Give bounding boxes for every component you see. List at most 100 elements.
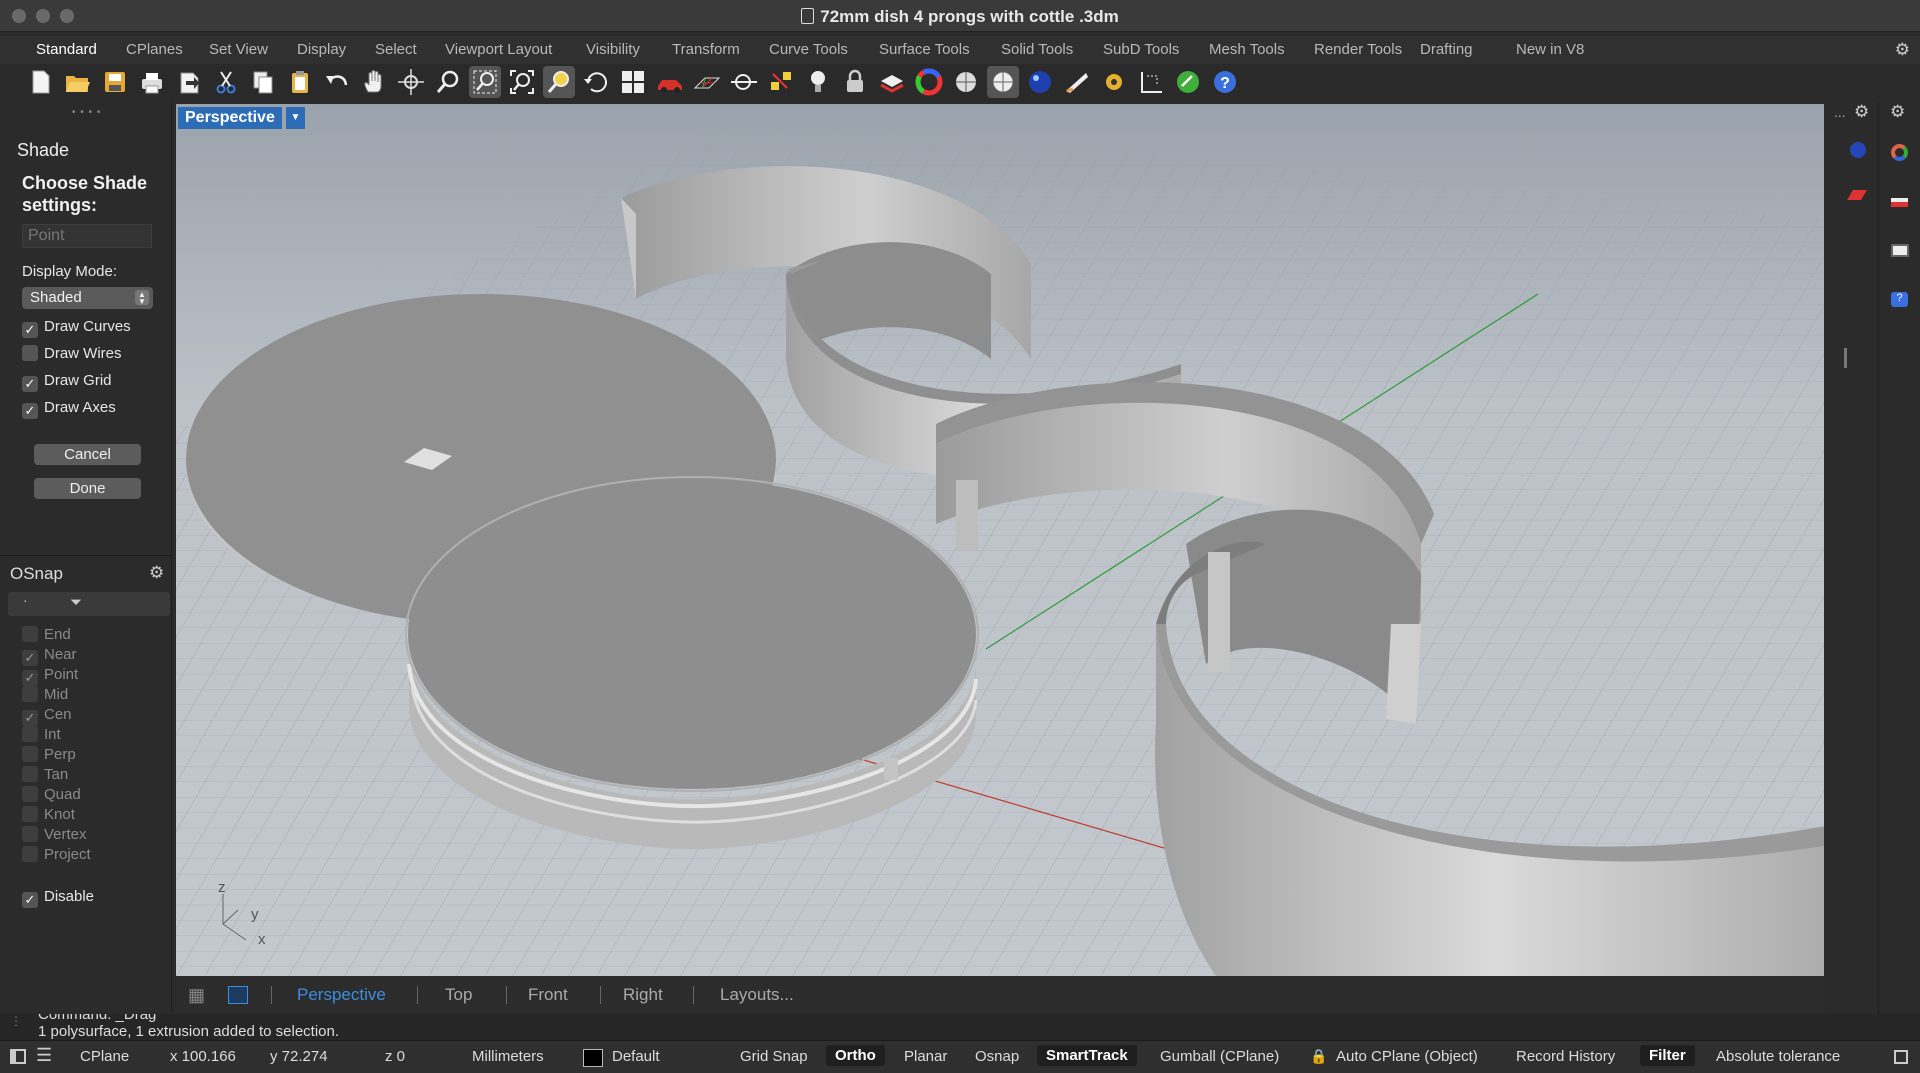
status-grid-snap[interactable]: Grid Snap: [740, 1048, 808, 1065]
snap-icon[interactable]: [765, 66, 797, 98]
osnap-knot[interactable]: Knot: [22, 806, 75, 823]
cut-icon[interactable]: [210, 66, 242, 98]
resize-handle[interactable]: [1844, 348, 1847, 368]
display-icon[interactable]: [1891, 244, 1909, 257]
display-mode-select[interactable]: Shaded ▲ ▼: [22, 287, 153, 309]
copy-icon[interactable]: [247, 66, 279, 98]
osnap-vertex[interactable]: Vertex: [22, 826, 87, 843]
new-icon[interactable]: [24, 66, 56, 98]
status-cplane[interactable]: CPlane: [80, 1048, 129, 1065]
tab-set-view[interactable]: Set View: [209, 41, 268, 58]
status-planar[interactable]: Planar: [904, 1048, 947, 1065]
osnap-quad[interactable]: Quad: [22, 786, 81, 803]
single-view-icon[interactable]: [228, 986, 248, 1004]
status-record-history[interactable]: Record History: [1516, 1048, 1615, 1065]
import-icon[interactable]: [173, 66, 205, 98]
color-wheel-icon[interactable]: [913, 66, 945, 98]
draw-axes-checkbox[interactable]: ✓ Draw Axes: [22, 399, 116, 419]
chevron-down-icon[interactable]: ▼: [286, 107, 305, 129]
zoom-icon[interactable]: [432, 66, 464, 98]
paste-icon[interactable]: [284, 66, 316, 98]
status-filter[interactable]: Filter: [1640, 1045, 1695, 1066]
zoom-window-icon[interactable]: [469, 66, 501, 98]
panel-grip[interactable]: • • • •: [72, 107, 101, 118]
status-osnap[interactable]: Osnap: [975, 1048, 1019, 1065]
tab-transform[interactable]: Transform: [672, 41, 740, 58]
point-input[interactable]: Point: [22, 224, 152, 248]
viewport-scene[interactable]: z y x: [176, 104, 1824, 976]
osnap-mid[interactable]: Mid: [22, 686, 68, 703]
rendered-icon[interactable]: [987, 66, 1019, 98]
osnap-project[interactable]: Project: [22, 846, 91, 863]
paint-icon[interactable]: [1847, 190, 1867, 200]
save-icon[interactable]: [99, 66, 131, 98]
view-tab-front[interactable]: Front: [528, 985, 568, 1005]
layer-icon[interactable]: [1891, 198, 1908, 207]
tab-surface-tools[interactable]: Surface Tools: [879, 41, 970, 58]
status-smarttrack[interactable]: SmartTrack: [1037, 1045, 1137, 1066]
grid-layout-icon[interactable]: ▦: [188, 985, 205, 1006]
tab-solid-tools[interactable]: Solid Tools: [1001, 41, 1073, 58]
undo-icon[interactable]: [321, 66, 353, 98]
status-ortho[interactable]: Ortho: [826, 1045, 885, 1066]
osnap-disable-checkbox[interactable]: ✓ Disable: [22, 888, 94, 908]
tab-mesh-tools[interactable]: Mesh Tools: [1209, 41, 1285, 58]
rotate-view-icon[interactable]: [395, 66, 427, 98]
osnap-cen[interactable]: ✓ Cen: [22, 706, 72, 726]
sphere-icon[interactable]: [1024, 66, 1056, 98]
grip-icon[interactable]: ⋮: [10, 1014, 22, 1028]
osnap-filter-bar[interactable]: · ⏷: [8, 592, 170, 616]
status-gumball[interactable]: Gumball (CPlane): [1160, 1048, 1279, 1065]
shade-icon[interactable]: [950, 66, 982, 98]
open-icon[interactable]: [61, 66, 93, 98]
undo-view-icon[interactable]: [580, 66, 612, 98]
tab-select[interactable]: Select: [375, 41, 417, 58]
filter-icon[interactable]: ⏷: [70, 594, 82, 611]
viewport-title[interactable]: Perspective: [178, 107, 282, 129]
grid-plane-icon[interactable]: [691, 66, 723, 98]
status-auto-cplane[interactable]: Auto CPlane (Object): [1336, 1048, 1478, 1065]
color-wheel-icon[interactable]: [1891, 144, 1908, 161]
perspective-viewport[interactable]: z y x: [176, 104, 1824, 976]
status-units[interactable]: Millimeters: [472, 1048, 544, 1065]
material-sphere-icon[interactable]: [1850, 142, 1866, 158]
layer-icon[interactable]: [876, 66, 908, 98]
draw-curves-checkbox[interactable]: ✓ Draw Curves: [22, 318, 131, 338]
osnap-int[interactable]: Int: [22, 726, 61, 743]
tab-new-in-v8[interactable]: New in V8: [1516, 41, 1584, 58]
more-icon[interactable]: ...: [1834, 104, 1846, 120]
tab-visibility[interactable]: Visibility: [586, 41, 640, 58]
tab-drafting[interactable]: Drafting: [1420, 41, 1473, 58]
view-tab-perspective[interactable]: Perspective: [297, 985, 386, 1005]
help-icon[interactable]: ?: [1891, 292, 1908, 307]
osnap-tan[interactable]: Tan: [22, 766, 68, 783]
tab-curve-tools[interactable]: Curve Tools: [769, 41, 848, 58]
cplane-icon[interactable]: [728, 66, 760, 98]
light-icon[interactable]: [802, 66, 834, 98]
draw-wires-checkbox[interactable]: Draw Wires: [22, 345, 122, 362]
zoom-extents-icon[interactable]: [506, 66, 538, 98]
layer-color-swatch[interactable]: [583, 1049, 603, 1067]
status-layer[interactable]: Default: [612, 1048, 660, 1065]
tab-standard[interactable]: Standard: [36, 41, 97, 58]
list-icon[interactable]: ☰: [36, 1045, 52, 1066]
osnap-point[interactable]: ✓ Point: [22, 666, 78, 686]
four-views-icon[interactable]: [617, 66, 649, 98]
car-icon[interactable]: [654, 66, 686, 98]
gear-icon[interactable]: ⚙: [1895, 40, 1910, 60]
lock-icon[interactable]: 🔒: [1310, 1048, 1327, 1065]
print-icon[interactable]: [136, 66, 168, 98]
view-tab-right[interactable]: Right: [623, 985, 663, 1005]
gear-icon[interactable]: ⚙: [149, 563, 164, 583]
help-icon[interactable]: ?: [1209, 66, 1241, 98]
tab-viewport-layout[interactable]: Viewport Layout: [445, 41, 552, 58]
zoom-selected-icon[interactable]: [543, 66, 575, 98]
globe-icon[interactable]: [1172, 66, 1204, 98]
done-button[interactable]: Done: [34, 478, 141, 499]
tab-display[interactable]: Display: [297, 41, 346, 58]
tab-subd-tools[interactable]: SubD Tools: [1103, 41, 1179, 58]
material-icon[interactable]: [1061, 66, 1093, 98]
lock-icon[interactable]: [839, 66, 871, 98]
expand-icon[interactable]: [1894, 1050, 1908, 1064]
tab-cplanes[interactable]: CPlanes: [126, 41, 183, 58]
